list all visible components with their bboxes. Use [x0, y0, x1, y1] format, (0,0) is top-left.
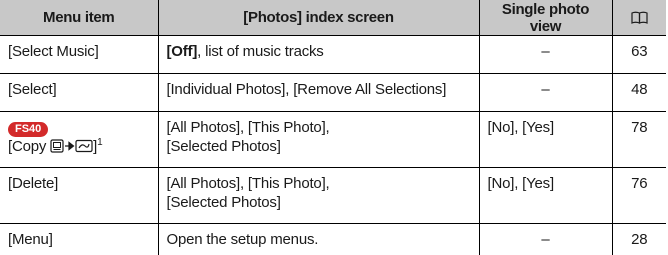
table-row: FS40 [Copy ]1 [All Photos], [This Photo]… — [0, 112, 666, 168]
cell-page-number: 28 — [612, 224, 666, 255]
cell-single-view: [No], [Yes] — [479, 112, 612, 168]
option-line: [Selected Photos] — [167, 137, 471, 156]
cell-index-screen: [Off], list of music tracks — [158, 36, 479, 74]
cell-index-screen: Open the setup menus. — [158, 224, 479, 255]
option-line: [All Photos], [This Photo], — [167, 118, 471, 137]
option-text: , list of music tracks — [197, 43, 323, 60]
cell-single-view: – — [479, 224, 612, 255]
cell-page-number: 76 — [612, 168, 666, 224]
table-row: [Select] [Individual Photos], [Remove Al… — [0, 74, 666, 112]
memory-icon — [50, 139, 64, 153]
header-index-screen: [Photos] index screen — [158, 0, 479, 36]
cell-single-view: – — [479, 36, 612, 74]
cell-menu-item: [Menu] — [0, 224, 158, 255]
table-header-row: Menu item [Photos] index screen Single p… — [0, 0, 666, 36]
cell-page-number: 48 — [612, 74, 666, 112]
copy-label-prefix: [Copy — [8, 138, 46, 155]
cell-index-screen: [Individual Photos], [Remove All Selecti… — [158, 74, 479, 112]
model-badge: FS40 — [8, 122, 48, 137]
cell-page-number: 63 — [612, 36, 666, 74]
book-icon — [631, 11, 648, 24]
cell-menu-item: [Select] — [0, 74, 158, 112]
cell-menu-item: [Delete] — [0, 168, 158, 224]
cell-single-view: [No], [Yes] — [479, 168, 612, 224]
cell-menu-item: FS40 [Copy ]1 — [0, 112, 158, 168]
arrow-right-icon — [64, 139, 75, 153]
cell-single-view: – — [479, 74, 612, 112]
menu-table-region: Menu item [Photos] index screen Single p… — [0, 0, 668, 253]
cell-menu-item: [Select Music] — [0, 36, 158, 74]
option-line: [Selected Photos] — [167, 193, 471, 212]
table-row: [Select Music] [Off], list of music trac… — [0, 36, 666, 74]
card-icon — [75, 139, 93, 153]
option-off-bold: [Off] — [167, 43, 198, 60]
cell-index-screen: [All Photos], [This Photo], [Selected Ph… — [158, 168, 479, 224]
cell-page-number: 78 — [612, 112, 666, 168]
header-single-photo-view: Single photo view — [479, 0, 612, 36]
table-row: [Delete] [All Photos], [This Photo], [Se… — [0, 168, 666, 224]
option-line: [All Photos], [This Photo], — [167, 174, 471, 193]
footnote-marker: 1 — [97, 137, 102, 148]
header-page-reference — [612, 0, 666, 36]
menu-options-table: Menu item [Photos] index screen Single p… — [0, 0, 666, 255]
table-row: [Menu] Open the setup menus. – 28 — [0, 224, 666, 255]
header-menu-item: Menu item — [0, 0, 158, 36]
cell-index-screen: [All Photos], [This Photo], [Selected Ph… — [158, 112, 479, 168]
